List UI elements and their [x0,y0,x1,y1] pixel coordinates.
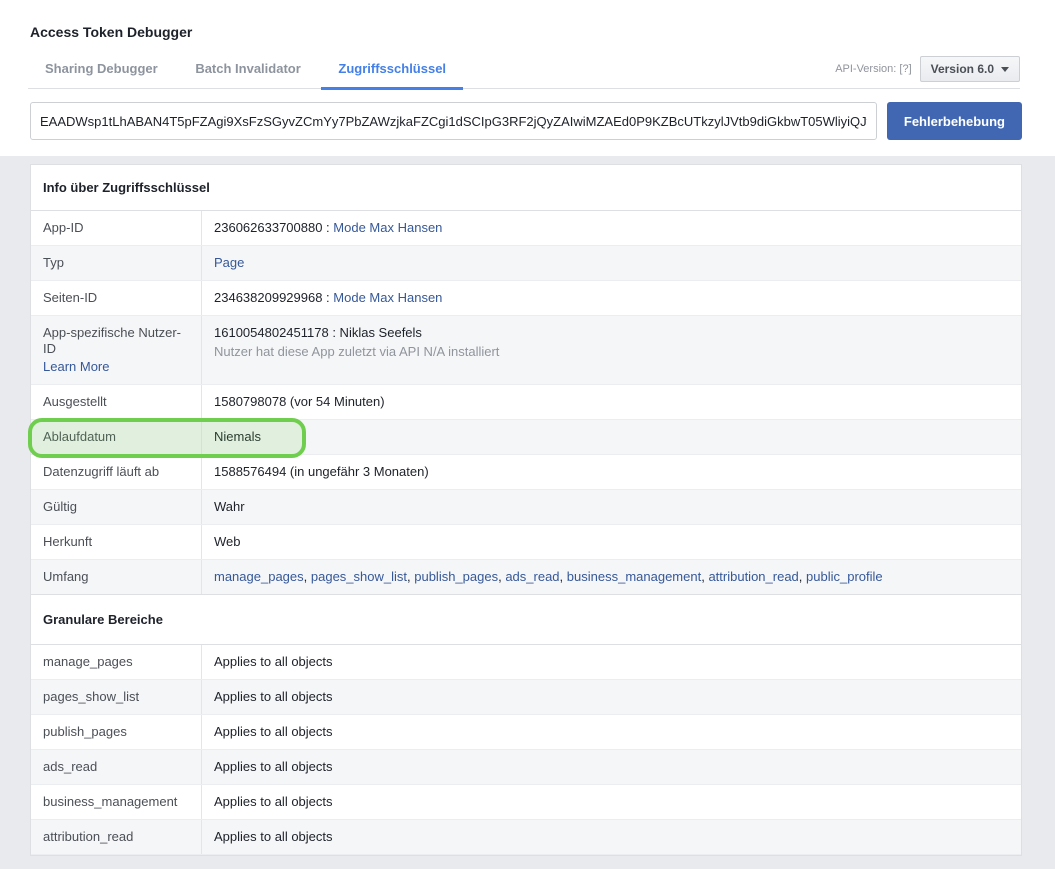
row-label: Umfang [31,560,202,594]
row-value: 1610054802451178 : Niklas Seefels Nutzer… [202,316,1021,384]
token-input[interactable] [30,102,877,140]
row-label-text: App-spezifische Nutzer-ID [43,325,189,357]
type-link[interactable]: Page [214,255,244,270]
granular-row-manage-pages: manage_pages Applies to all objects [31,645,1021,680]
row-value: Page [202,246,1021,280]
table-row-ablaufdatum: Ablaufdatum Niemals [31,420,1021,455]
row-label: App-spezifische Nutzer-ID Learn More [31,316,202,384]
learn-more-link[interactable]: Learn More [43,359,109,375]
api-version-control: API-Version: [?] Version 6.0 [835,56,1020,82]
tab-sharing-debugger[interactable]: Sharing Debugger [28,61,175,88]
row-value: Applies to all objects [202,785,1021,819]
table-row-umfang: Umfang manage_pages, pages_show_list, pu… [31,560,1021,595]
scope-link[interactable]: business_management [567,569,701,584]
table-row-gueltig: Gültig Wahr [31,490,1021,525]
row-label: business_management [31,785,202,819]
granular-row-pages-show-list: pages_show_list Applies to all objects [31,680,1021,715]
row-value: 234638209929968 : Mode Max Hansen [202,281,1021,315]
row-value: 236062633700880 : Mode Max Hansen [202,211,1021,245]
table-row-ausgestellt: Ausgestellt 1580798078 (vor 54 Minuten) [31,385,1021,420]
user-id-value: 1610054802451178 : Niklas Seefels [214,325,1009,341]
row-label: pages_show_list [31,680,202,714]
scope-link[interactable]: public_profile [806,569,883,584]
page-id-number: 234638209929968 : [214,290,333,305]
row-value: 1588576494 (in ungefähr 3 Monaten) [202,455,1021,489]
row-value: Applies to all objects [202,820,1021,854]
api-version-help-link[interactable]: [?] [899,63,911,75]
row-value: Applies to all objects [202,750,1021,784]
scope-link[interactable]: manage_pages [214,569,304,584]
table-row-herkunft: Herkunft Web [31,525,1021,560]
row-label: publish_pages [31,715,202,749]
granular-row-attribution-read: attribution_read Applies to all objects [31,820,1021,855]
row-label: Gültig [31,490,202,524]
page-title: Access Token Debugger [0,0,1055,40]
row-label: Seiten-ID [31,281,202,315]
token-bar: Fehlerbehebung [30,102,1022,140]
granular-row-ads-read: ads_read Applies to all objects [31,750,1021,785]
row-value: Wahr [202,490,1021,524]
api-version-dropdown[interactable]: Version 6.0 [920,56,1020,82]
row-value: Applies to all objects [202,680,1021,714]
debug-button[interactable]: Fehlerbehebung [887,102,1022,140]
scope-link[interactable]: pages_show_list [311,569,407,584]
row-label: attribution_read [31,820,202,854]
api-version-label: API-Version: [?] [835,63,911,75]
token-info-card: Info über Zugriffsschlüssel App-ID 23606… [30,164,1022,856]
scope-links: manage_pages, pages_show_list, publish_p… [202,560,1021,594]
page-name-link[interactable]: Mode Max Hansen [333,290,442,305]
granular-header: Granulare Bereiche [31,594,1021,645]
table-row-typ: Typ Page [31,246,1021,281]
row-label: App-ID [31,211,202,245]
table-row-app-id: App-ID 236062633700880 : Mode Max Hansen [31,211,1021,246]
table-row-seiten-id: Seiten-ID 234638209929968 : Mode Max Han… [31,281,1021,316]
scope-link[interactable]: publish_pages [414,569,498,584]
page-body: Info über Zugriffsschlüssel App-ID 23606… [0,156,1055,869]
row-label: Herkunft [31,525,202,559]
api-version-label-text: API-Version: [835,63,896,75]
tab-zugriffsschluessel[interactable]: Zugriffsschlüssel [321,61,463,88]
tab-batch-invalidator[interactable]: Batch Invalidator [178,61,317,88]
row-label: Ausgestellt [31,385,202,419]
app-name-link[interactable]: Mode Max Hansen [333,220,442,235]
row-label: Datenzugriff läuft ab [31,455,202,489]
row-value: Applies to all objects [202,715,1021,749]
api-version-selected: Version 6.0 [931,62,994,76]
row-value: Web [202,525,1021,559]
row-value: Applies to all objects [202,645,1021,679]
table-row-app-scoped-user-id: App-spezifische Nutzer-ID Learn More 161… [31,316,1021,385]
page-header: Access Token Debugger API-Version: [?] V… [0,0,1055,156]
row-label: ads_read [31,750,202,784]
row-label: Typ [31,246,202,280]
row-value: Niemals [202,420,1021,454]
granular-row-publish-pages: publish_pages Applies to all objects [31,715,1021,750]
chevron-down-icon [1001,67,1009,72]
row-value: 1580798078 (vor 54 Minuten) [202,385,1021,419]
info-table-header: Info über Zugriffsschlüssel [31,165,1021,211]
scope-link[interactable]: attribution_read [708,569,798,584]
table-row-datenzugriff: Datenzugriff läuft ab 1588576494 (in ung… [31,455,1021,490]
install-note: Nutzer hat diese App zuletzt via API N/A… [214,344,1009,360]
app-id-number: 236062633700880 : [214,220,333,235]
row-label: manage_pages [31,645,202,679]
scope-link[interactable]: ads_read [505,569,559,584]
row-label: Ablaufdatum [31,420,202,454]
granular-row-business-management: business_management Applies to all objec… [31,785,1021,820]
